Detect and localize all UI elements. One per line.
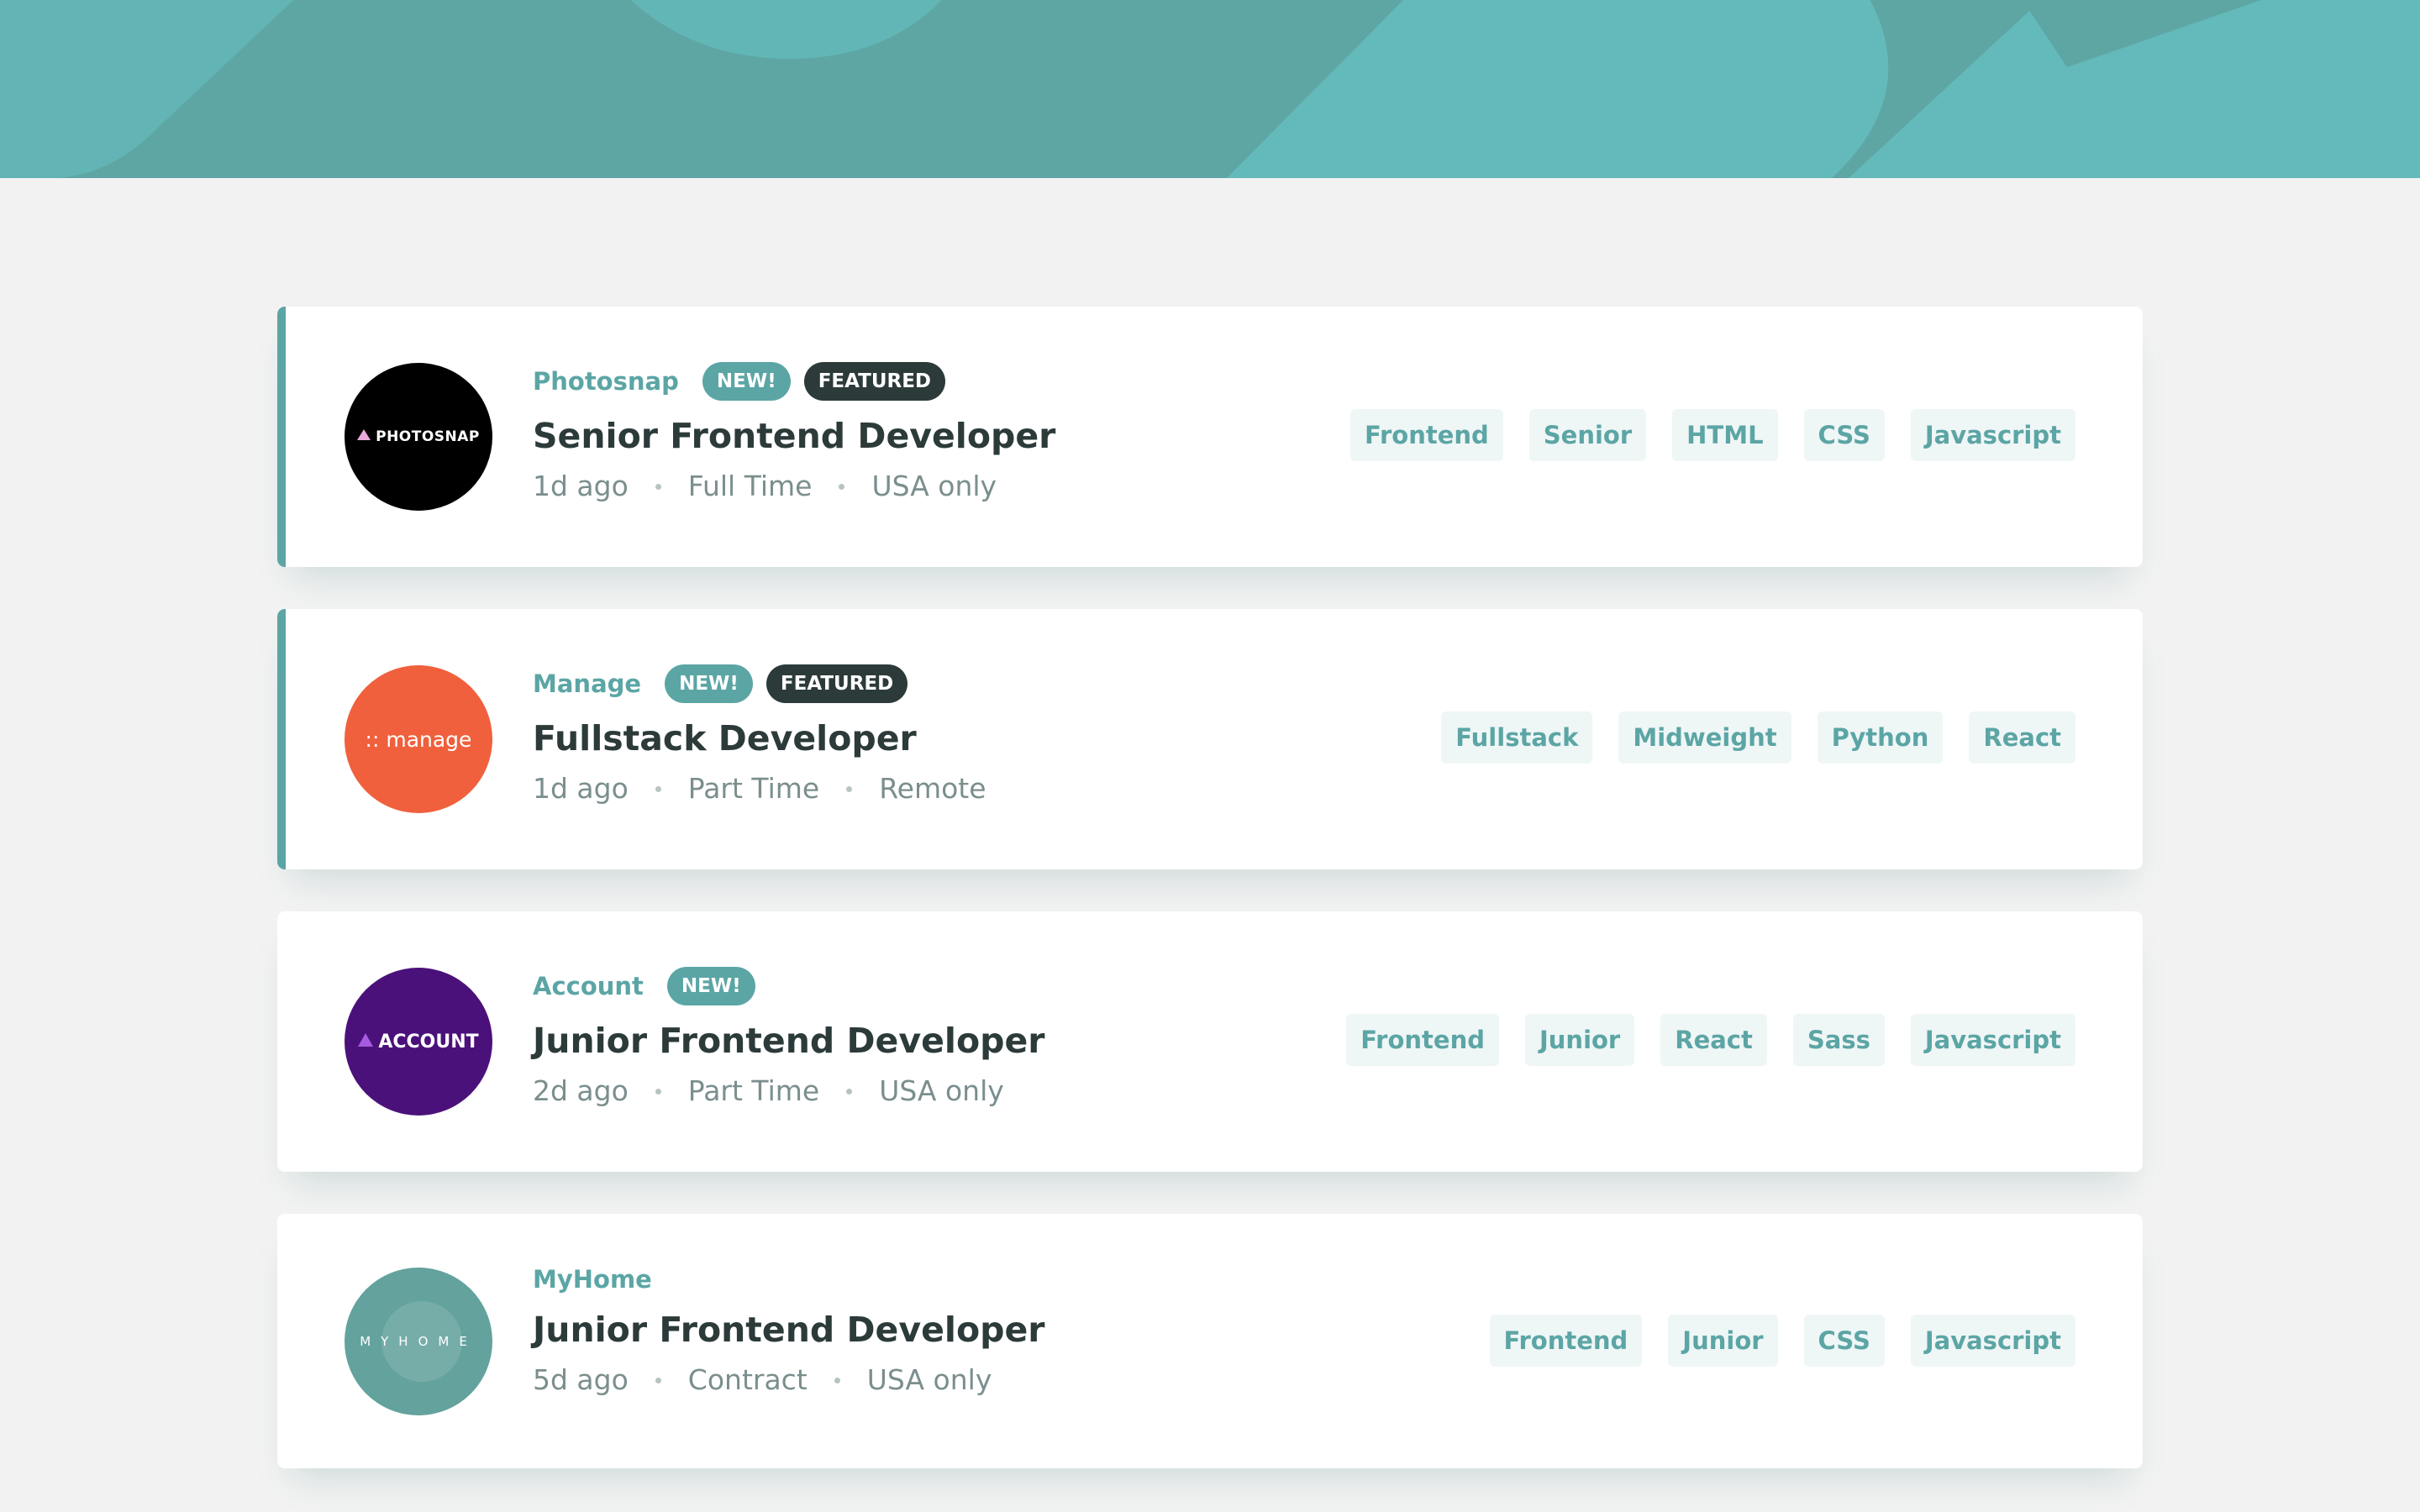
job-card-manage: :: manage Manage NEW! FEATURED Fullstack…	[277, 609, 2143, 869]
filter-tags: Frontend Senior HTML CSS Javascript	[1350, 409, 2075, 461]
job-location: USA only	[866, 1363, 992, 1396]
filter-tag-junior[interactable]: Junior	[1524, 1014, 1635, 1066]
posted-at: 1d ago	[533, 772, 629, 805]
triangle-icon	[357, 429, 371, 440]
posted-at: 2d ago	[533, 1074, 629, 1107]
filter-tags: Frontend Junior React Sass Javascript	[1346, 1014, 2075, 1066]
new-badge: NEW!	[702, 362, 791, 401]
separator-dot	[834, 1377, 840, 1383]
job-location: USA only	[879, 1074, 1004, 1107]
company-name: MyHome	[533, 1265, 652, 1294]
company-name: Account	[533, 972, 644, 1000]
job-title-link[interactable]: Fullstack Developer	[533, 715, 986, 762]
separator-dot	[655, 483, 661, 490]
filter-tag-frontend[interactable]: Frontend	[1489, 1315, 1643, 1367]
separator-dot	[839, 483, 845, 490]
job-card-photosnap: PHOTOSNAP Photosnap NEW! FEATURED Senior…	[277, 307, 2143, 567]
job-card-myhome: MYHOME MyHome Junior Frontend Developer …	[277, 1214, 2143, 1468]
contract-type: Contract	[687, 1363, 808, 1396]
header-wave-pattern	[0, 0, 2420, 178]
posted-at: 1d ago	[533, 470, 629, 502]
header-banner	[0, 0, 2420, 178]
separator-dot	[655, 1377, 661, 1383]
triangle-icon	[358, 1032, 374, 1047]
company-logo-manage: :: manage	[345, 665, 492, 813]
filter-tags: Frontend Junior CSS Javascript	[1489, 1315, 2075, 1367]
filter-tag-frontend[interactable]: Frontend	[1350, 409, 1503, 461]
company-name: Photosnap	[533, 367, 679, 396]
filter-tag-junior[interactable]: Junior	[1668, 1315, 1778, 1367]
filter-tag-react[interactable]: React	[1660, 1014, 1767, 1066]
posted-at: 5d ago	[533, 1363, 629, 1396]
filter-tag-frontend[interactable]: Frontend	[1346, 1014, 1499, 1066]
filter-tag-html[interactable]: HTML	[1672, 409, 1778, 461]
filter-tag-senior[interactable]: Senior	[1528, 409, 1647, 461]
filter-tag-css[interactable]: CSS	[1803, 1315, 1885, 1367]
featured-badge: FEATURED	[765, 664, 908, 703]
new-badge: NEW!	[665, 664, 753, 703]
job-location: Remote	[879, 772, 986, 805]
separator-dot	[655, 785, 661, 792]
company-logo-photosnap: PHOTOSNAP	[345, 363, 492, 511]
new-badge: NEW!	[666, 967, 755, 1005]
filter-tag-sass[interactable]: Sass	[1792, 1014, 1885, 1066]
filter-tag-javascript[interactable]: Javascript	[1910, 409, 2075, 461]
company-logo-myhome: MYHOME	[345, 1268, 492, 1415]
filter-tag-css[interactable]: CSS	[1803, 409, 1885, 461]
filter-tag-react[interactable]: React	[1969, 711, 2075, 764]
filter-tag-javascript[interactable]: Javascript	[1910, 1014, 2075, 1066]
job-title-link[interactable]: Junior Frontend Developer	[533, 1017, 1045, 1064]
job-title-link[interactable]: Senior Frontend Developer	[533, 412, 1055, 459]
company-name: Manage	[533, 669, 642, 698]
contract-type: Part Time	[687, 772, 820, 805]
separator-dot	[655, 1088, 661, 1095]
company-logo-account: ACCOUNT	[345, 968, 492, 1116]
filter-tag-fullstack[interactable]: Fullstack	[1441, 711, 1593, 764]
separator-dot	[846, 1088, 853, 1095]
contract-type: Part Time	[687, 1074, 820, 1107]
filter-tags: Fullstack Midweight Python React	[1441, 711, 2075, 764]
featured-badge: FEATURED	[803, 362, 946, 401]
filter-tag-midweight[interactable]: Midweight	[1618, 711, 1791, 764]
filter-tag-python[interactable]: Python	[1817, 711, 1944, 764]
filter-tag-javascript[interactable]: Javascript	[1910, 1315, 2075, 1367]
job-title-link[interactable]: Junior Frontend Developer	[533, 1306, 1045, 1353]
contract-type: Full Time	[687, 470, 813, 502]
separator-dot	[846, 785, 853, 792]
job-location: USA only	[871, 470, 997, 502]
job-card-account: ACCOUNT Account NEW! Junior Frontend Dev…	[277, 911, 2143, 1172]
